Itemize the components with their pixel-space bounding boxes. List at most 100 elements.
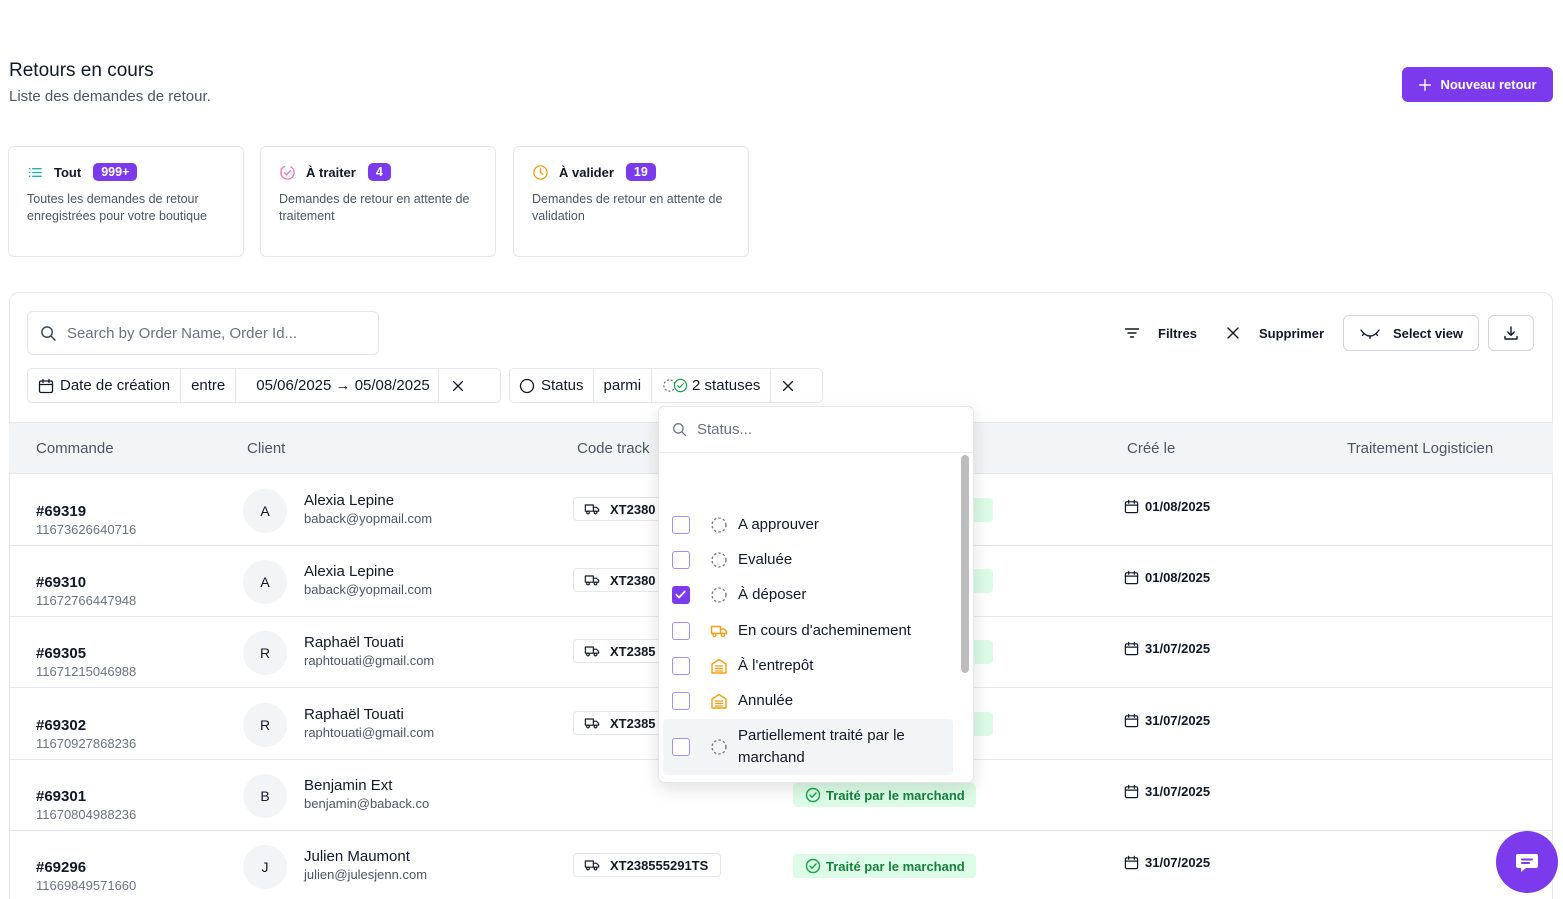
created-date: 31/07/2025 [1124,713,1210,728]
column-header-client[interactable]: Client [247,440,285,457]
delete-filters-button[interactable]: Supprimer [1225,316,1324,350]
order-id: 11669849571660 [36,878,137,893]
client-name: Julien Maumont [304,848,410,865]
created-date-text: 31/07/2025 [1145,641,1211,656]
tracking-code[interactable]: XT2385 [573,639,669,663]
close-icon [1227,327,1239,339]
search-icon [673,423,687,437]
card-to-process[interactable]: À traiter 4 Demandes de retour en attent… [260,146,496,257]
status-option-label: En cours d'acheminement [738,622,911,639]
list-icon [28,167,42,177]
search-icon [41,325,56,341]
status-filter-value[interactable]: 2 statuses [652,369,772,402]
status-search[interactable] [659,407,973,453]
column-header-tracking[interactable]: Code track [577,440,650,457]
select-view-label: Select view [1392,325,1464,341]
client-cell: Julien Maumont julien@julesjenn.com [304,848,427,882]
status-option[interactable]: En cours d'acheminement [663,619,953,643]
client-name: Raphaël Touati [304,706,404,723]
truck-icon [710,625,728,638]
new-return-label: Nouveau retour [1440,77,1537,92]
status-option-label: Annulée [738,692,794,709]
date-filter-chip[interactable]: Date de création entre 05/06/2025 → 05/0… [27,368,501,403]
new-return-button[interactable]: Nouveau retour [1402,67,1553,102]
order-cell[interactable]: #69302 11670927868236 [36,717,136,751]
order-number[interactable]: #69296 [36,859,136,876]
date-filter-remove[interactable] [439,369,477,402]
tracking-code[interactable]: XT2380 [573,497,669,521]
client-email: baback@yopmail.com [304,582,433,597]
chat-icon [1516,854,1538,872]
order-number[interactable]: #69319 [36,503,136,520]
search-input[interactable] [66,324,366,342]
status-option-checkbox[interactable] [672,692,690,710]
tracking-code[interactable]: XT238555291TS [573,853,722,877]
tracking-code[interactable]: XT2380 [573,568,669,592]
created-date: 31/07/2025 [1124,855,1210,870]
truck-icon [584,575,600,586]
card-to-validate[interactable]: À valider 19 Demandes de retour en atten… [513,146,749,257]
status-filter-field[interactable]: Status [510,369,594,402]
status-option-checkbox[interactable] [672,586,690,604]
status-filter-chip[interactable]: Status parmi 2 statuses [509,368,823,403]
status-filter-operator[interactable]: parmi [594,369,653,402]
date-filter-value[interactable]: 05/06/2025 → 05/08/2025 [236,369,439,402]
warehouse-icon [711,693,727,709]
date-filter-operator[interactable]: entre [181,369,237,402]
order-number[interactable]: #69302 [36,717,136,734]
filters-button[interactable]: Filtres [1124,316,1197,350]
order-number[interactable]: #69305 [36,645,136,662]
order-number[interactable]: #69301 [36,788,136,805]
column-header-logistics[interactable]: Traitement Logisticien [1347,440,1493,457]
status-option[interactable]: À l'entrepôt [663,654,953,678]
status-search-input[interactable] [697,421,937,438]
chat-button[interactable] [1496,831,1558,893]
order-id: 11672766447948 [36,593,137,608]
tracking-code[interactable]: XT2385 [573,711,669,735]
tracking-code-text: XT2385 [610,643,656,659]
status-option[interactable]: Annulée [663,689,953,713]
order-number[interactable]: #69310 [36,574,136,591]
status-option[interactable]: Traité par le marchand [663,781,953,782]
status-filter-remove[interactable] [771,369,805,402]
status-option-checkbox[interactable] [672,516,690,534]
avatar: R [243,631,287,675]
order-cell[interactable]: #69305 11671215046988 [36,645,136,679]
status-option-checkbox[interactable] [672,551,690,569]
order-cell[interactable]: #69296 11669849571660 [36,859,136,893]
avatar: R [243,703,287,747]
client-name: Alexia Lepine [304,563,395,580]
status-option[interactable]: A approuver [663,513,953,537]
calendar-plus-icon [38,378,54,393]
calendar-icon [1124,499,1139,514]
column-header-order[interactable]: Commande [36,440,114,457]
status-option-checkbox[interactable] [672,738,690,756]
truck-icon [584,860,600,871]
export-button[interactable] [1488,315,1534,351]
date-filter-field[interactable]: Date de création [28,369,182,402]
status-option[interactable]: Evaluée [663,548,953,572]
status-option-label: A approuver [738,516,819,533]
status-option-checkbox[interactable] [672,657,690,675]
search-box[interactable] [27,311,379,355]
order-cell[interactable]: #69310 11672766447948 [36,574,136,608]
warehouse-icon [711,658,727,674]
select-view-button[interactable]: Select view [1343,315,1479,351]
client-cell: Alexia Lepine baback@yopmail.com [304,492,432,526]
status-option-checkbox[interactable] [672,622,690,640]
status-dropdown: A approuver Evaluée À déposer En cours d'ac… [658,406,974,783]
order-cell[interactable]: #69301 11670804988236 [36,788,136,822]
check-circle-icon [805,787,821,803]
avatar: A [243,489,287,533]
table-row[interactable]: #69296 11669849571660 J Julien Maumont julie… [9,831,1553,899]
order-cell[interactable]: #69319 11673626640716 [36,503,136,537]
calendar-icon [1124,855,1139,870]
truck-icon [584,646,600,657]
card-to-process-desc: Demandes de retour en attente de traitem… [279,192,470,223]
status-option[interactable]: Partiellement traité par le marchand [663,719,953,775]
status-dropdown-scroll-thumb[interactable] [961,455,969,673]
column-header-created[interactable]: Créé le [1127,440,1175,457]
created-date: 01/08/2025 [1124,570,1210,585]
status-option[interactable]: À déposer [663,583,953,607]
card-all[interactable]: Tout 999+ Toutes les demandes de retour … [8,146,244,257]
